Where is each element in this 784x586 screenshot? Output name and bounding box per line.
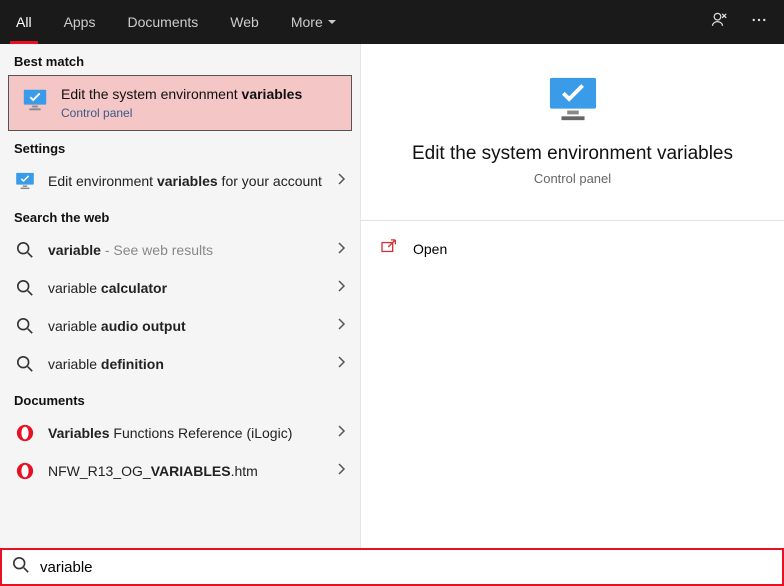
tab-documents[interactable]: Documents bbox=[111, 0, 214, 44]
label-pre: Edit environment bbox=[48, 173, 157, 189]
label-bold: audio output bbox=[101, 318, 186, 334]
web-item-label: variable audio output bbox=[48, 318, 324, 334]
body: Best match Edit the system environment v… bbox=[0, 44, 784, 548]
settings-header: Settings bbox=[0, 131, 360, 162]
search-icon bbox=[12, 556, 30, 579]
web-item-label: variable calculator bbox=[48, 280, 324, 296]
web-item-calculator[interactable]: variable calculator bbox=[0, 269, 360, 307]
label-pre: variable bbox=[48, 318, 101, 334]
detail-panel: Edit the system environment variables Co… bbox=[360, 44, 784, 548]
search-bar[interactable] bbox=[0, 548, 784, 586]
label-pre: variable bbox=[48, 280, 101, 296]
search-icon bbox=[14, 353, 36, 375]
chevron-right-icon bbox=[336, 241, 346, 260]
feedback-icon[interactable] bbox=[710, 10, 730, 35]
monitor-check-icon bbox=[544, 125, 602, 142]
label-post: for your account bbox=[218, 173, 322, 189]
detail-actions: Open bbox=[361, 221, 784, 276]
label-bold: VARIABLES bbox=[151, 463, 231, 479]
tab-label: All bbox=[16, 14, 32, 30]
web-item-label: variable definition bbox=[48, 356, 324, 372]
tab-apps[interactable]: Apps bbox=[48, 0, 112, 44]
doc-item-label: NFW_R13_OG_VARIABLES.htm bbox=[48, 463, 324, 479]
label-faded: - See web results bbox=[101, 242, 213, 258]
best-match-result[interactable]: Edit the system environment variables Co… bbox=[8, 75, 352, 131]
detail-inner: Edit the system environment variables Co… bbox=[361, 44, 784, 276]
best-match-header: Best match bbox=[0, 44, 360, 75]
search-icon bbox=[14, 239, 36, 261]
more-options-icon[interactable] bbox=[750, 11, 768, 34]
web-item-definition[interactable]: variable definition bbox=[0, 345, 360, 383]
search-input[interactable] bbox=[40, 559, 772, 576]
tab-label: Apps bbox=[64, 14, 96, 30]
settings-item-edit-env-vars[interactable]: Edit environment variables for your acco… bbox=[0, 162, 360, 200]
doc-item-label: Variables Functions Reference (iLogic) bbox=[48, 425, 324, 441]
open-label: Open bbox=[413, 241, 447, 257]
opera-icon bbox=[14, 422, 36, 444]
label-bold: variables bbox=[157, 173, 218, 189]
chevron-right-icon bbox=[336, 355, 346, 374]
label-post: .htm bbox=[231, 463, 258, 479]
monitor-check-icon bbox=[14, 170, 36, 192]
doc-item-nfw-variables[interactable]: NFW_R13_OG_VARIABLES.htm bbox=[0, 452, 360, 490]
best-match-title: Edit the system environment variables bbox=[61, 86, 302, 102]
web-item-variable[interactable]: variable - See web results bbox=[0, 231, 360, 269]
detail-sub: Control panel bbox=[391, 171, 754, 186]
opera-icon bbox=[14, 460, 36, 482]
tab-label: Web bbox=[230, 14, 259, 30]
tabs: All Apps Documents Web More bbox=[0, 0, 353, 44]
label-bold: variable bbox=[48, 242, 101, 258]
detail-hero: Edit the system environment variables Co… bbox=[361, 74, 784, 206]
tab-more[interactable]: More bbox=[275, 0, 353, 44]
label-bold: calculator bbox=[101, 280, 167, 296]
detail-title: Edit the system environment variables bbox=[391, 143, 754, 165]
chevron-right-icon bbox=[336, 172, 346, 191]
results-panel: Best match Edit the system environment v… bbox=[0, 44, 360, 548]
web-item-label: variable - See web results bbox=[48, 242, 324, 258]
label-pre: NFW_R13_OG_ bbox=[48, 463, 151, 479]
search-icon bbox=[14, 277, 36, 299]
label-bold: Variables bbox=[48, 425, 110, 441]
label-pre: variable bbox=[48, 356, 101, 372]
search-icon bbox=[14, 315, 36, 337]
title-bold: variables bbox=[242, 86, 303, 102]
tab-all[interactable]: All bbox=[0, 0, 48, 44]
tab-web[interactable]: Web bbox=[214, 0, 275, 44]
web-item-audio-output[interactable]: variable audio output bbox=[0, 307, 360, 345]
chevron-right-icon bbox=[336, 279, 346, 298]
chevron-down-icon bbox=[327, 17, 337, 27]
topbar-right bbox=[710, 0, 776, 44]
monitor-check-icon bbox=[21, 86, 49, 114]
label-post: Functions Reference (iLogic) bbox=[110, 425, 293, 441]
best-match-sub: Control panel bbox=[61, 106, 302, 120]
open-icon bbox=[381, 239, 399, 258]
tab-label: Documents bbox=[127, 14, 198, 30]
title-prefix: Edit the system environment bbox=[61, 86, 242, 102]
best-match-text: Edit the system environment variables Co… bbox=[61, 86, 302, 120]
label-bold: definition bbox=[101, 356, 164, 372]
web-header: Search the web bbox=[0, 200, 360, 231]
chevron-right-icon bbox=[336, 424, 346, 443]
chevron-right-icon bbox=[336, 462, 346, 481]
topbar: All Apps Documents Web More bbox=[0, 0, 784, 44]
settings-item-label: Edit environment variables for your acco… bbox=[48, 173, 324, 189]
doc-item-variables-functions[interactable]: Variables Functions Reference (iLogic) bbox=[0, 414, 360, 452]
chevron-right-icon bbox=[336, 317, 346, 336]
tab-label: More bbox=[291, 14, 323, 30]
open-action[interactable]: Open bbox=[381, 235, 764, 262]
documents-header: Documents bbox=[0, 383, 360, 414]
